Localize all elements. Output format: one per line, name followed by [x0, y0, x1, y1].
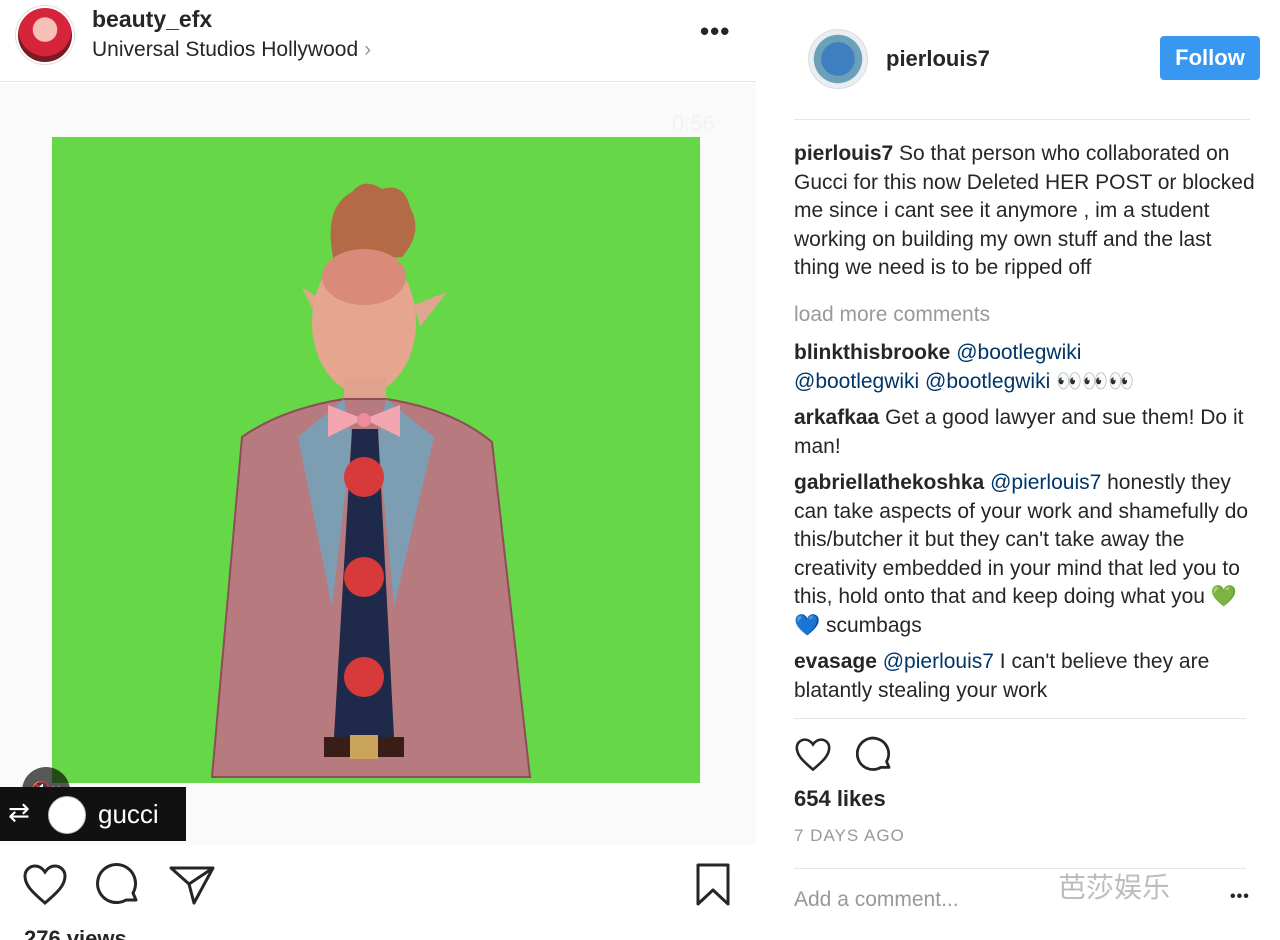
regram-tag[interactable]: ⇄ gucci	[0, 787, 186, 841]
views-count: 276 views	[24, 926, 127, 940]
comment-item: gabriellathekoshka @pierlouis7 honestly …	[794, 469, 1256, 640]
more-options-button[interactable]: •••	[700, 16, 730, 47]
caption-username[interactable]: pierlouis7	[794, 142, 893, 165]
comment-item: arkafkaa Get a good lawyer and sue them!…	[794, 404, 1256, 461]
video-frame[interactable]	[52, 137, 700, 783]
caption: pierlouis7 So that person who collaborat…	[794, 140, 1256, 283]
heart-icon[interactable]	[794, 738, 832, 772]
comment-icon[interactable]	[856, 736, 894, 774]
comment-options-button[interactable]: •••	[1230, 888, 1250, 906]
post-location[interactable]: Universal Studios Hollywood ›	[92, 38, 371, 62]
video-timer: 0:56	[672, 111, 715, 136]
comment-text: honestly they can take aspects of your w…	[794, 471, 1249, 637]
panel-header: pierlouis7 Follow	[794, 24, 1260, 120]
comment-username[interactable]: arkafkaa	[794, 406, 879, 429]
avatar[interactable]	[16, 6, 74, 64]
repost-icon: ⇄	[8, 797, 30, 827]
right-panel: pierlouis7 Follow pierlouis7 So that per…	[780, 0, 1280, 940]
comment-item: evasage @pierlouis7 I can't believe they…	[794, 648, 1256, 705]
comment-username[interactable]: gabriellathekoshka	[794, 471, 984, 494]
avatar	[48, 796, 86, 834]
avatar[interactable]	[808, 29, 868, 89]
video-player[interactable]: 0:56 ⇄ gucci	[0, 83, 756, 845]
comment-username[interactable]: blinkthisbrooke	[794, 341, 950, 364]
add-comment-input[interactable]	[794, 888, 1094, 912]
heart-icon[interactable]	[22, 864, 68, 906]
divider	[794, 868, 1246, 869]
divider	[794, 718, 1246, 719]
post-actions	[0, 850, 756, 920]
chevron-right-icon: ›	[364, 38, 372, 61]
load-more-comments-link[interactable]: load more comments	[794, 301, 1256, 330]
comment-mention[interactable]: @pierlouis7	[877, 650, 994, 673]
left-post: beauty_efx Universal Studios Hollywood › …	[0, 0, 756, 940]
watermark: 芭莎娱乐	[1058, 871, 1171, 904]
post-header: beauty_efx Universal Studios Hollywood › …	[0, 0, 756, 82]
video-figure-image	[210, 183, 532, 778]
location-label[interactable]: Universal Studios Hollywood	[92, 38, 358, 61]
likes-count[interactable]: 654 likes	[794, 786, 886, 812]
bookmark-icon[interactable]	[694, 862, 732, 908]
share-icon[interactable]	[168, 864, 216, 906]
tagged-username: gucci	[98, 799, 159, 829]
comment-mention[interactable]: @pierlouis7	[984, 471, 1101, 494]
comments-list: pierlouis7 So that person who collaborat…	[794, 140, 1256, 718]
comment-icon[interactable]	[96, 862, 142, 908]
follow-button[interactable]: Follow	[1160, 36, 1260, 80]
comment-item: blinkthisbrooke @bootlegwiki @bootlegwik…	[794, 339, 1256, 396]
post-age: 7 DAYS AGO	[794, 826, 905, 845]
comment-username[interactable]: evasage	[794, 650, 877, 673]
panel-username[interactable]: pierlouis7	[886, 46, 990, 72]
comment-text: 👀👀👀	[1050, 369, 1135, 393]
post-username[interactable]: beauty_efx	[92, 6, 212, 33]
